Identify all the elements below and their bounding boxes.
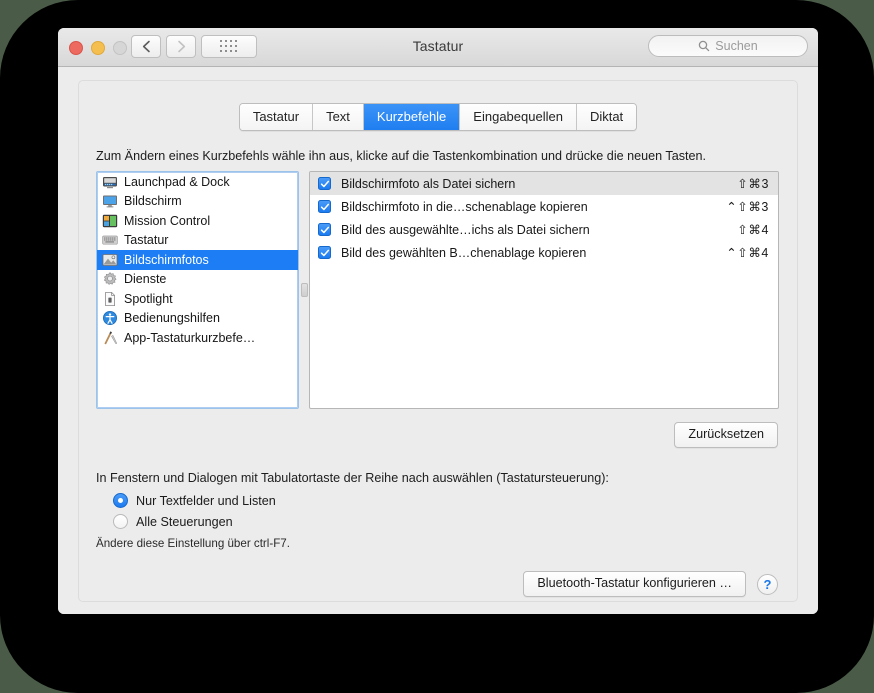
accessibility-icon bbox=[103, 311, 117, 326]
shortcut-keys[interactable]: ⌃⇧⌘4 bbox=[726, 245, 769, 260]
shortcut-keys[interactable]: ⇧⌘4 bbox=[737, 222, 769, 237]
shortcut-panes: Launchpad & Dock Bildschirm Mission Cont… bbox=[96, 171, 797, 409]
reset-button[interactable]: Zurücksetzen bbox=[674, 422, 778, 448]
checkmark-icon bbox=[320, 180, 329, 187]
mission-control-icon bbox=[102, 214, 118, 227]
tab-kurzbefehle[interactable]: Kurzbefehle bbox=[363, 104, 461, 130]
category-label: Launchpad & Dock bbox=[124, 174, 230, 189]
radio-label: Alle Steuerungen bbox=[136, 514, 233, 529]
tab-eingabequellen[interactable]: Eingabequellen bbox=[460, 104, 577, 130]
category-label: Dienste bbox=[124, 272, 167, 287]
splitter-grip[interactable] bbox=[301, 283, 308, 297]
radio-button[interactable] bbox=[113, 493, 128, 508]
shortcut-checkbox[interactable] bbox=[318, 200, 331, 213]
shortcut-name: Bild des gewählten B…chenablage kopieren bbox=[341, 245, 587, 260]
category-label: Spotlight bbox=[124, 291, 173, 306]
search-icon bbox=[699, 40, 710, 52]
launchpad-dock-icon bbox=[103, 176, 117, 188]
pane-splitter[interactable] bbox=[300, 171, 309, 409]
shortcut-list[interactable]: Bildschirmfoto als Datei sichern ⇧⌘3 Bil… bbox=[309, 171, 779, 409]
shortcut-keys[interactable]: ⇧⌘3 bbox=[737, 176, 769, 191]
tab-order-title: In Fenstern und Dialogen mit Tabulatorta… bbox=[96, 471, 609, 485]
tab-text[interactable]: Text bbox=[313, 104, 364, 130]
app-shortcuts-icon bbox=[104, 331, 118, 345]
category-item-tastatur[interactable]: Tastatur bbox=[97, 231, 298, 251]
category-item-launchpad-dock[interactable]: Launchpad & Dock bbox=[97, 172, 298, 192]
category-item-dienste[interactable]: Dienste bbox=[97, 270, 298, 290]
category-list[interactable]: Launchpad & Dock Bildschirm Mission Cont… bbox=[96, 171, 299, 409]
category-item-spotlight[interactable]: Spotlight bbox=[97, 289, 298, 309]
category-label: App-Tastaturkurzbefe… bbox=[124, 330, 256, 345]
shortcut-name: Bildschirmfoto in die…schenablage kopier… bbox=[341, 199, 588, 214]
category-label: Tastatur bbox=[124, 233, 169, 248]
spotlight-icon bbox=[105, 291, 115, 306]
category-item-bedienungshilfen[interactable]: Bedienungshilfen bbox=[97, 309, 298, 329]
radio-option-text-fields-and-lists[interactable]: Nur Textfelder und Listen bbox=[113, 493, 276, 508]
shortcut-checkbox[interactable] bbox=[318, 246, 331, 259]
shortcut-checkbox[interactable] bbox=[318, 223, 331, 236]
reset-button-wrap: Zurücksetzen bbox=[674, 422, 778, 448]
help-button[interactable]: ? bbox=[757, 573, 778, 595]
category-item-bildschirm[interactable]: Bildschirm bbox=[97, 192, 298, 212]
window-titlebar: Tastatur Suchen bbox=[58, 28, 818, 67]
system-preferences-window: Tastatur Suchen Tastatur Text Kurzbefehl… bbox=[58, 28, 818, 614]
category-label: Bedienungshilfen bbox=[124, 311, 220, 326]
shortcut-row[interactable]: Bild des ausgewählte…ichs als Datei sich… bbox=[310, 218, 778, 241]
category-label: Bildschirmfotos bbox=[124, 252, 209, 267]
radio-label: Nur Textfelder und Listen bbox=[136, 493, 276, 508]
search-field[interactable]: Suchen bbox=[648, 35, 808, 57]
shortcut-checkbox[interactable] bbox=[318, 177, 331, 190]
tab-order-footnote: Ändere diese Einstellung über ctrl-F7. bbox=[96, 537, 290, 550]
shortcut-row[interactable]: Bildschirmfoto in die…schenablage kopier… bbox=[310, 195, 778, 218]
configure-bluetooth-keyboard-button[interactable]: Bluetooth-Tastatur konfigurieren … bbox=[523, 571, 746, 597]
shortcut-name: Bild des ausgewählte…ichs als Datei sich… bbox=[341, 222, 590, 237]
shortcut-name: Bildschirmfoto als Datei sichern bbox=[341, 176, 516, 191]
checkmark-icon bbox=[320, 203, 329, 210]
checkmark-icon bbox=[320, 226, 329, 233]
category-label: Mission Control bbox=[124, 213, 211, 228]
category-item-mission-control[interactable]: Mission Control bbox=[97, 211, 298, 231]
keyboard-icon bbox=[102, 235, 118, 245]
shortcut-row[interactable]: Bildschirmfoto als Datei sichern ⇧⌘3 bbox=[310, 172, 778, 195]
category-label: Bildschirm bbox=[124, 194, 182, 209]
tab-tastatur[interactable]: Tastatur bbox=[239, 104, 314, 130]
services-gear-icon bbox=[103, 272, 117, 286]
bottom-button-bar: Bluetooth-Tastatur konfigurieren … ? bbox=[523, 571, 778, 597]
window-body: Tastatur Text Kurzbefehle Eingabequellen… bbox=[58, 67, 818, 614]
preference-pane: Tastatur Text Kurzbefehle Eingabequellen… bbox=[78, 80, 798, 602]
shortcut-keys[interactable]: ⌃⇧⌘3 bbox=[726, 199, 769, 214]
search-placeholder: Suchen bbox=[715, 39, 758, 53]
radio-button[interactable] bbox=[113, 514, 128, 529]
tab-bar: Tastatur Text Kurzbefehle Eingabequellen… bbox=[79, 103, 797, 131]
category-item-bildschirmfotos[interactable]: Bildschirmfotos bbox=[97, 250, 298, 270]
checkmark-icon bbox=[320, 249, 329, 256]
instruction-text: Zum Ändern eines Kurzbefehls wähle ihn a… bbox=[96, 149, 707, 163]
category-item-app-tastaturkurzbefehle[interactable]: App-Tastaturkurzbefe… bbox=[97, 328, 298, 348]
shortcut-row[interactable]: Bild des gewählten B…chenablage kopieren… bbox=[310, 241, 778, 264]
screenshots-icon bbox=[102, 253, 118, 266]
tab-diktat[interactable]: Diktat bbox=[576, 104, 637, 130]
display-icon bbox=[103, 195, 117, 208]
radio-option-all-controls[interactable]: Alle Steuerungen bbox=[113, 514, 233, 529]
